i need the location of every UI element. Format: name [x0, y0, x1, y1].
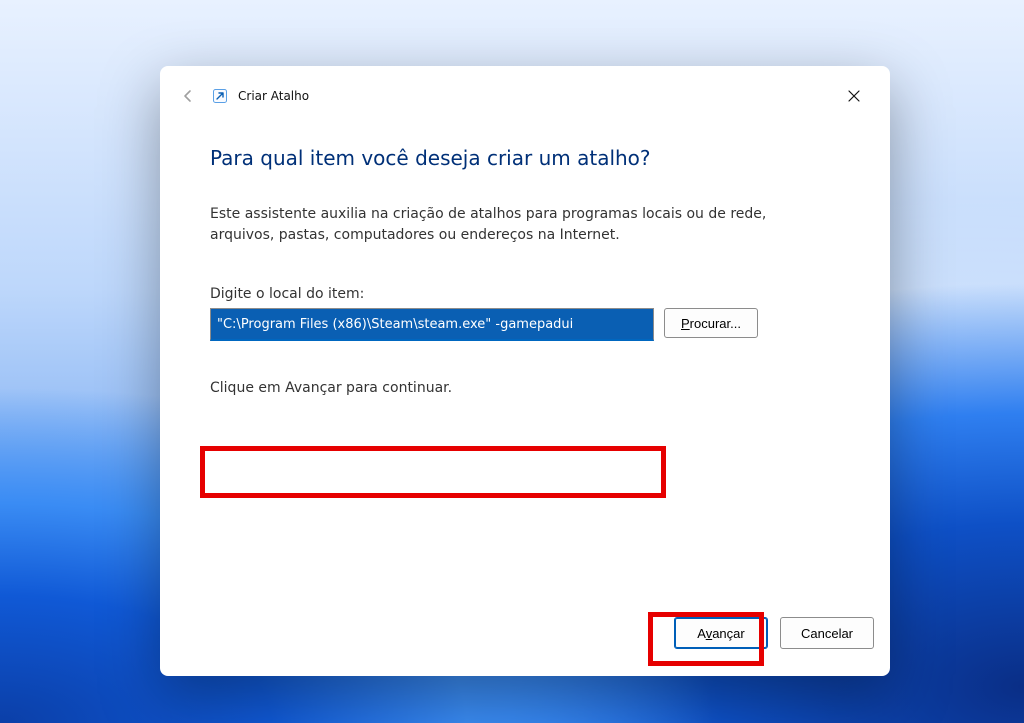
dialog-content: Para qual item você deseja criar um atal… [160, 116, 890, 589]
wizard-description: Este assistente auxilia na criação de at… [210, 204, 790, 246]
page-heading: Para qual item você deseja criar um atal… [210, 146, 840, 170]
close-button[interactable] [832, 81, 876, 111]
dialog-title: Criar Atalho [238, 89, 309, 103]
path-label: Digite o local do item: [210, 286, 840, 302]
browse-accel: P [681, 316, 690, 331]
cancel-button[interactable]: Cancelar [780, 617, 874, 649]
create-shortcut-dialog: Criar Atalho Para qual item você deseja … [160, 66, 890, 676]
tutorial-highlight-input [200, 446, 666, 498]
titlebar: Criar Atalho [160, 66, 890, 116]
next-button[interactable]: Avançar [674, 617, 768, 649]
browse-button[interactable]: Procurar... [664, 308, 758, 338]
back-icon[interactable] [174, 82, 202, 110]
item-location-input[interactable] [210, 308, 654, 341]
dialog-footer: Avançar Cancelar [160, 589, 890, 676]
browse-rest: rocurar... [690, 316, 741, 331]
shortcut-overlay-icon [212, 88, 228, 104]
next-pre: A [697, 626, 705, 641]
continue-hint: Clique em Avançar para continuar. [210, 380, 840, 396]
close-icon [848, 90, 860, 102]
next-rest: ançar [712, 626, 745, 641]
